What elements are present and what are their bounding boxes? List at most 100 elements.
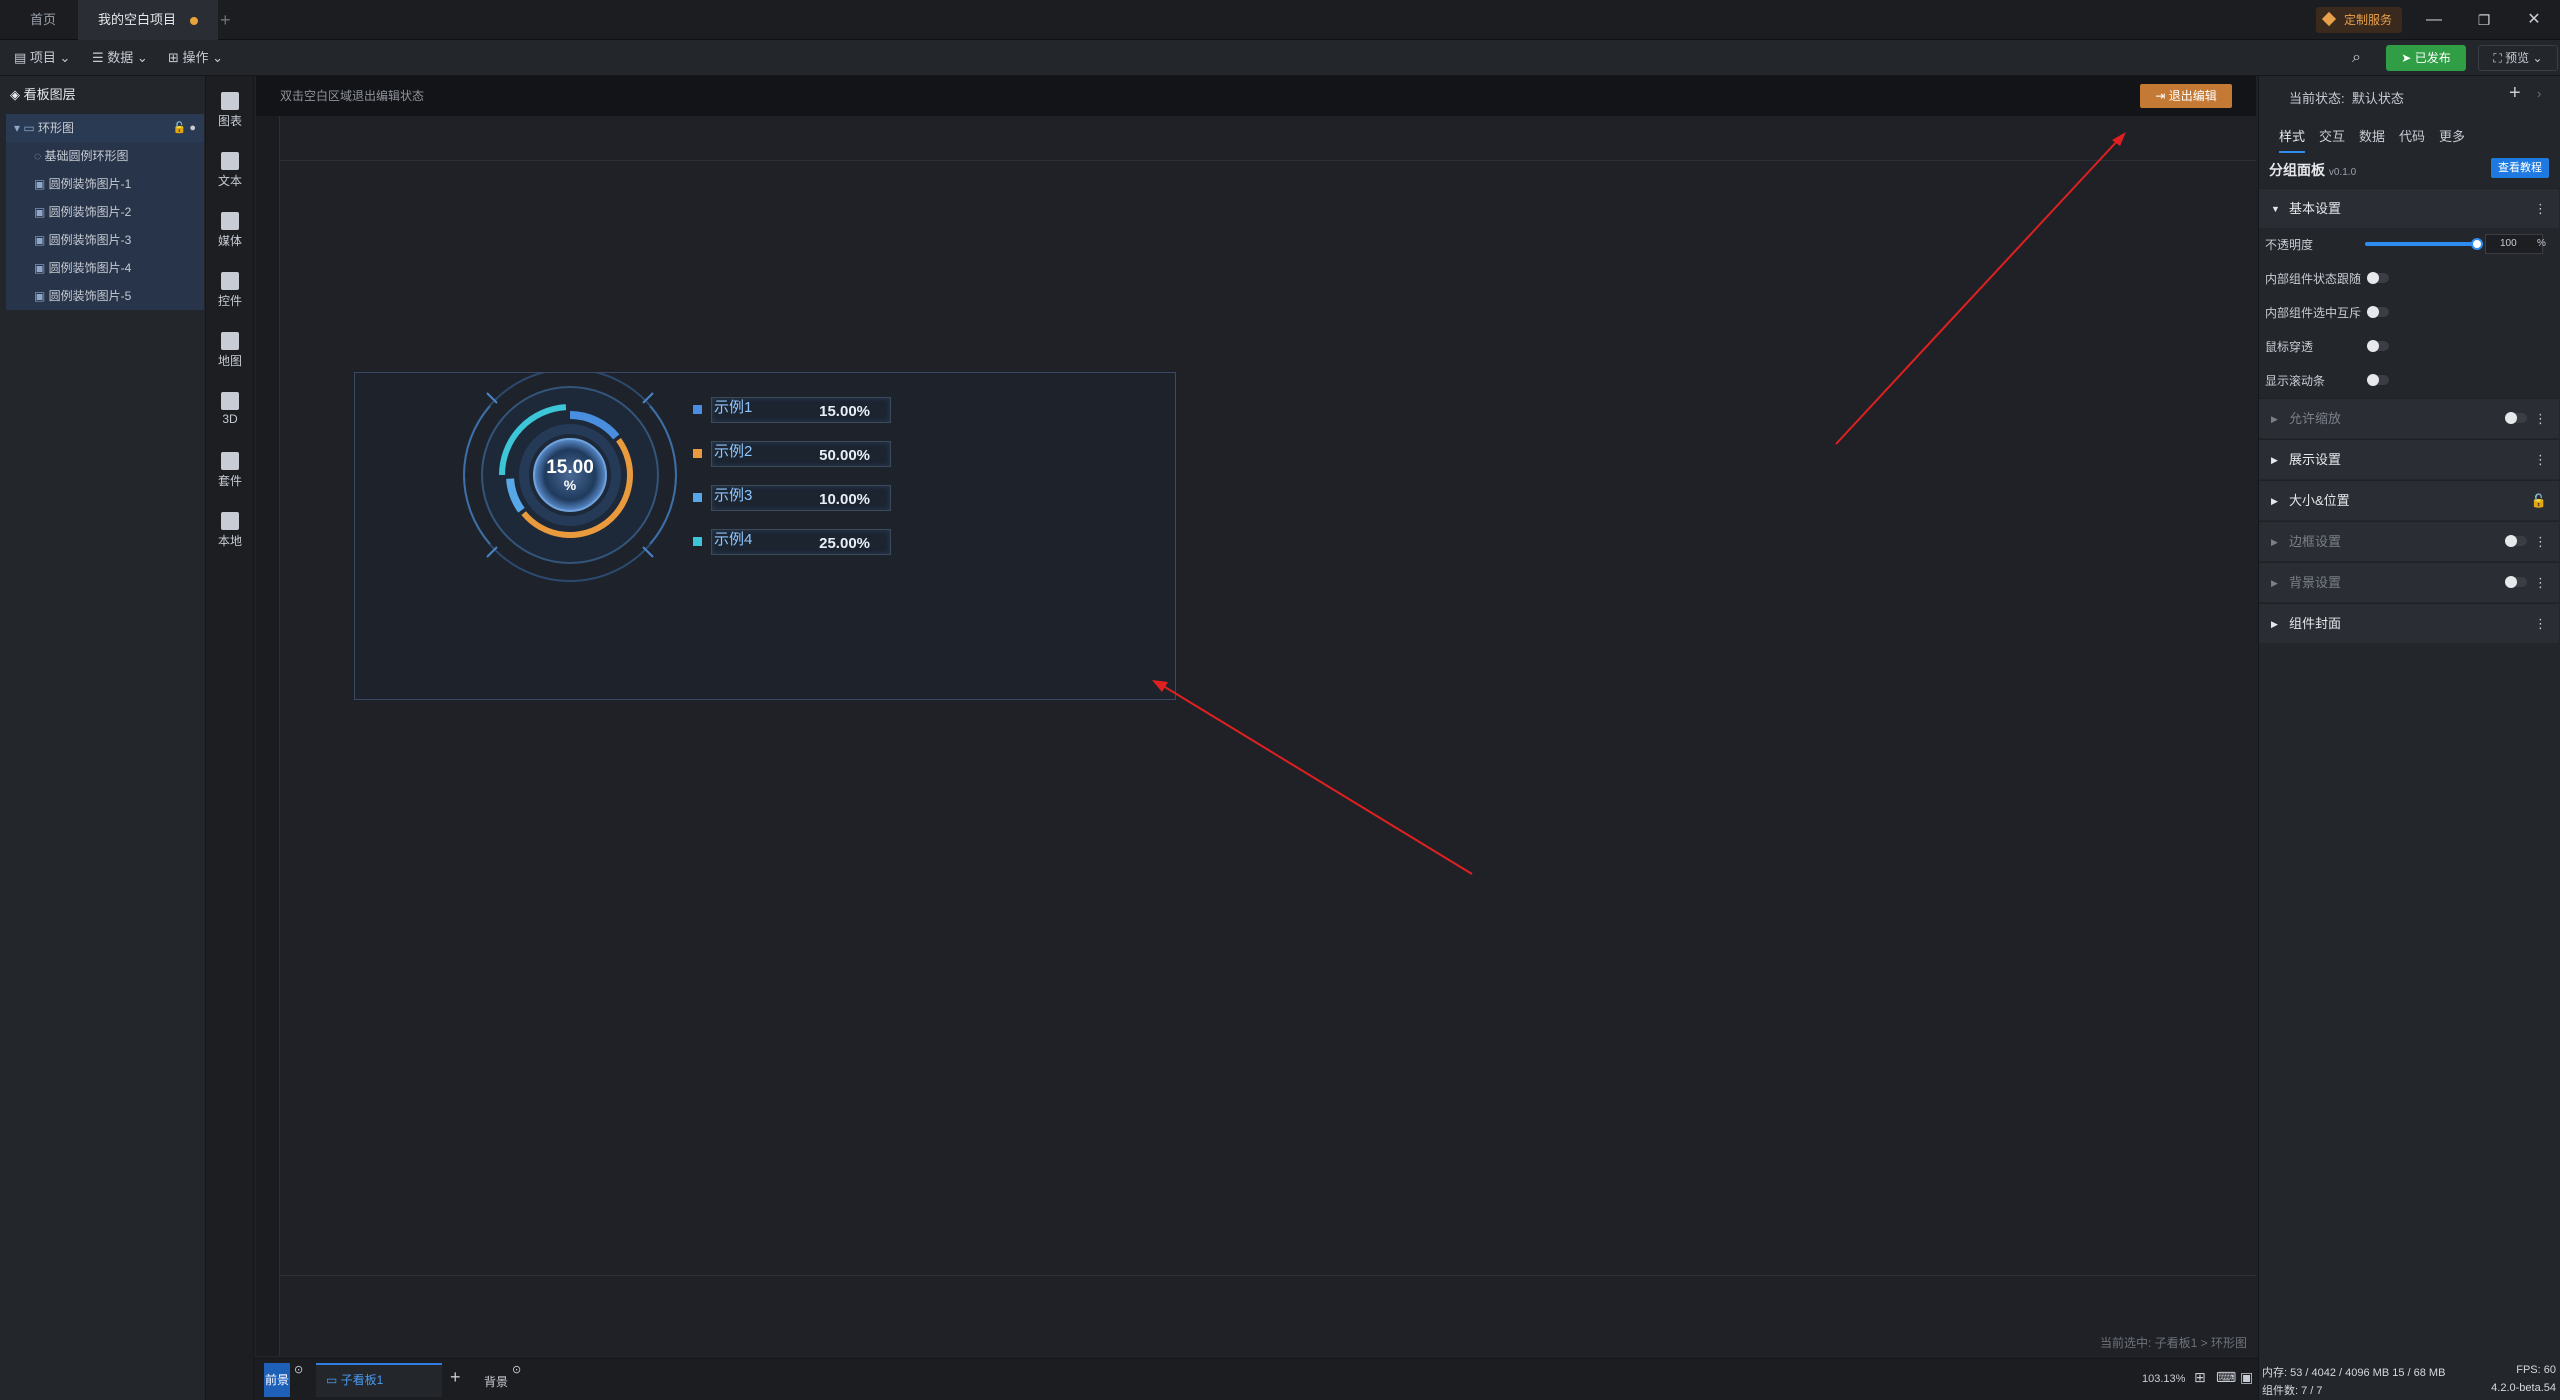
toggle-switch[interactable] xyxy=(2505,412,2527,424)
minimize-icon[interactable]: — xyxy=(2420,8,2448,32)
menu-operate[interactable]: ⊞ 操作 ⌄ xyxy=(168,40,223,76)
layer-item-label: 基础圆例环形图 xyxy=(44,149,129,163)
component-count: 组件数: 7 / 7 xyxy=(2262,1385,2323,1397)
section-basic-settings[interactable]: ▼ 基本设置 ⋮ xyxy=(2259,188,2559,228)
add-board-button[interactable]: + xyxy=(450,1367,461,1388)
publish-button[interactable]: ➤ 已发布 xyxy=(2386,45,2466,71)
foreground-tab[interactable]: 前景 xyxy=(264,1363,290,1397)
layer-item[interactable]: ▣ 圆例装饰图片-2 xyxy=(6,198,204,226)
component-media[interactable]: 媒体 xyxy=(206,202,254,262)
more-icon[interactable]: ⋮ xyxy=(2534,440,2547,480)
opacity-slider-handle[interactable] xyxy=(2471,238,2483,250)
layer-item[interactable]: ◌ 基础圆例环形图 xyxy=(6,142,204,170)
legend-marker xyxy=(693,537,702,546)
section-1[interactable]: ▶ 展示设置 ⋮ xyxy=(2259,439,2559,479)
group-icon: ▾ ▭ xyxy=(14,121,39,135)
background-settings-icon[interactable]: ⊙ xyxy=(512,1363,521,1376)
more-icon[interactable]: ⋮ xyxy=(2534,522,2547,562)
toggle-switch[interactable] xyxy=(2367,306,2389,318)
component-map[interactable]: 地图 xyxy=(206,322,254,382)
toggle-switch[interactable] xyxy=(2367,272,2389,284)
legend-name: 示例1 xyxy=(714,399,753,416)
layer-item[interactable]: ▣ 圆例装饰图片-1 xyxy=(6,170,204,198)
section-3[interactable]: ▶ 边框设置 ⋮ xyxy=(2259,521,2559,561)
3d-icon xyxy=(221,392,239,410)
toggle-switch[interactable] xyxy=(2367,340,2389,352)
more-icon[interactable]: ⋮ xyxy=(2534,604,2547,644)
opacity-slider[interactable] xyxy=(2365,238,2483,250)
foreground-settings-icon[interactable]: ⊙ xyxy=(294,1363,303,1376)
exit-edit-button[interactable]: ⇥ 退出编辑 xyxy=(2140,84,2232,108)
layer-item-label: 圆例装饰图片-5 xyxy=(48,289,132,303)
toggle-switch[interactable] xyxy=(2505,576,2527,588)
legend-item: 示例2 50.00% xyxy=(711,441,891,467)
vertical-ruler xyxy=(256,116,280,1356)
component-control[interactable]: 控件 xyxy=(206,262,254,322)
layer-item[interactable]: ▣ 圆例装饰图片-4 xyxy=(6,254,204,282)
add-tab-button[interactable]: + xyxy=(200,0,251,40)
gem-icon xyxy=(2321,11,2337,27)
tab-2[interactable]: 数据 xyxy=(2359,126,2385,145)
lock-icon[interactable]: 🔓 xyxy=(2531,481,2547,521)
preview-button[interactable]: ⛶ 预览 ⌄ xyxy=(2478,45,2558,71)
add-state-button[interactable]: + xyxy=(2509,82,2521,105)
section-2[interactable]: ▶ 大小&位置 🔓 xyxy=(2259,480,2559,520)
chevron-right-icon[interactable]: › xyxy=(2537,86,2541,101)
more-icon[interactable]: ⋮ xyxy=(2534,399,2547,439)
board-tab[interactable]: ▭ 子看板1 xyxy=(316,1363,442,1397)
menu-data[interactable]: ☰ 数据 ⌄ xyxy=(92,40,148,76)
component-kit[interactable]: 套件 xyxy=(206,442,254,502)
database-icon: ☰ xyxy=(92,50,108,65)
tab-home[interactable]: 首页 xyxy=(10,0,76,40)
text-icon xyxy=(221,152,239,170)
component-label: 套件 xyxy=(217,474,242,488)
tab-project[interactable]: 我的空白项目 xyxy=(78,0,219,40)
toggle-switch[interactable] xyxy=(2505,535,2527,547)
terminal-icon[interactable]: ▣ xyxy=(2240,1369,2253,1386)
background-tab[interactable]: 背景 xyxy=(484,1373,508,1390)
tab-4[interactable]: 更多 xyxy=(2439,126,2465,145)
more-icon[interactable]: ⋮ xyxy=(2534,189,2547,229)
toolbar: ▤ 项目 ⌄ ☰ 数据 ⌄ ⊞ 操作 ⌄ ⌕ xyxy=(0,40,2560,76)
menu-project[interactable]: ▤ 项目 ⌄ xyxy=(14,40,70,76)
section-5[interactable]: ▶ 组件封面 ⋮ xyxy=(2259,603,2559,643)
component-chart[interactable]: 图表 xyxy=(206,82,254,142)
group-panel[interactable]: 15.00 % 示例1 15.00% 示例2 50.00% 示例3 10.00% 示例4 25… xyxy=(354,372,1176,700)
lock-visibility-icon[interactable]: 🔓 ● xyxy=(173,114,196,142)
image-icon: ▣ xyxy=(34,289,49,303)
memory-usage: 内存: 53 / 4042 / 4096 MB 15 / 68 MB xyxy=(2262,1367,2446,1379)
keyboard-icon[interactable]: ⌨ xyxy=(2216,1369,2236,1386)
artboard[interactable] xyxy=(280,160,2256,1276)
component-3d[interactable]: 3D xyxy=(206,382,254,442)
tab-1[interactable]: 交互 xyxy=(2319,126,2345,145)
tab-3[interactable]: 代码 xyxy=(2399,126,2425,145)
more-icon[interactable]: ⋮ xyxy=(2534,563,2547,603)
layer-item-label: 圆例装饰图片-1 xyxy=(48,177,132,191)
opacity-input[interactable]: 100 xyxy=(2485,234,2543,254)
custom-service-button[interactable]: 定制服务 xyxy=(2316,7,2403,33)
section-0[interactable]: ▶ 允许缩放 ⋮ xyxy=(2259,398,2559,438)
chevron-right-icon: ▶ xyxy=(2271,496,2278,506)
section-4[interactable]: ▶ 背景设置 ⋮ xyxy=(2259,562,2559,602)
send-icon: ➤ xyxy=(2401,51,2415,65)
fit-icon[interactable]: ⊞ xyxy=(2194,1369,2206,1386)
close-icon[interactable]: ✕ xyxy=(2520,8,2548,32)
setting-label: 鼠标穿透 xyxy=(2265,340,2314,354)
layer-item[interactable]: ▾ ▭ 环形图 🔓 ● xyxy=(6,114,204,142)
state-label: 当前状态: xyxy=(2289,91,2345,106)
component-label: 地图 xyxy=(217,354,242,368)
tab-0[interactable]: 样式 xyxy=(2279,126,2306,153)
component-local[interactable]: 本地 xyxy=(206,502,254,562)
layer-item[interactable]: ▣ 圆例装饰图片-5 xyxy=(6,282,204,310)
section-label: 展示设置 xyxy=(2289,452,2342,467)
search-icon[interactable]: ⌕ xyxy=(2352,40,2361,76)
zoom-level[interactable]: 103.13% xyxy=(2142,1373,2185,1385)
component-text[interactable]: 文本 xyxy=(206,142,254,202)
publish-label: 已发布 xyxy=(2414,51,2451,65)
tutorial-button[interactable]: 查看教程 xyxy=(2491,158,2549,178)
legend-value: 15.00% xyxy=(819,403,870,420)
layer-item[interactable]: ▣ 圆例装饰图片-3 xyxy=(6,226,204,254)
restore-icon[interactable]: ❐ xyxy=(2470,8,2498,32)
layers-title: ◈ 看板图层 xyxy=(10,84,76,103)
toggle-switch[interactable] xyxy=(2367,374,2389,386)
